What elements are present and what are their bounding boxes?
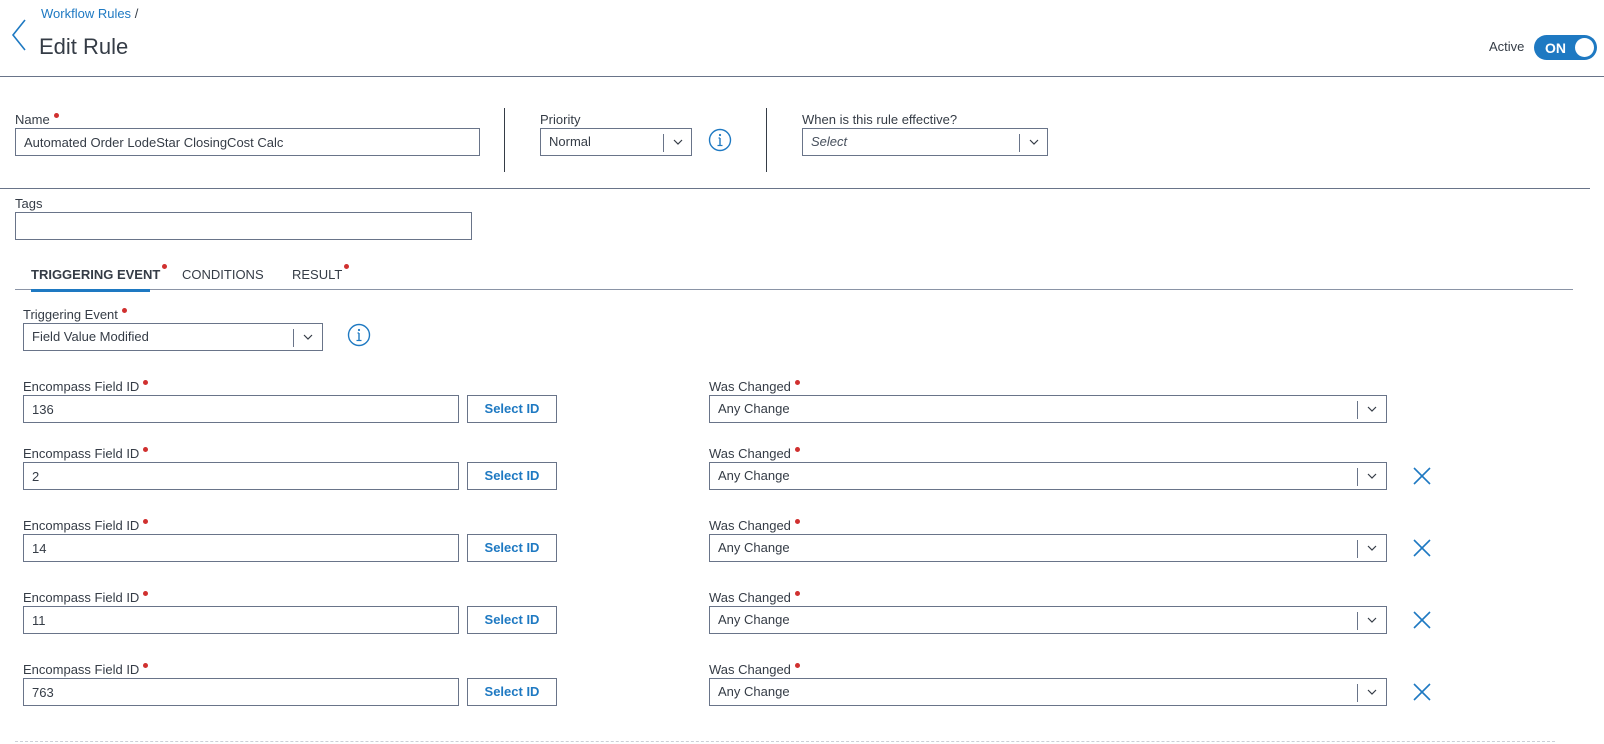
was-changed-label: Was Changed: [709, 662, 800, 677]
triggering-event-select[interactable]: Field Value Modified: [23, 323, 323, 351]
remove-row-close-icon[interactable]: [1412, 610, 1432, 630]
was-changed-label: Was Changed: [709, 446, 800, 461]
chevron-down-icon: [1367, 617, 1377, 623]
required-indicator: [794, 591, 800, 596]
breadcrumb: Workflow Rules /: [41, 6, 138, 21]
priority-info-icon[interactable]: [708, 128, 732, 152]
required-indicator: [794, 380, 800, 385]
toggle-knob: [1575, 38, 1594, 57]
priority-select[interactable]: Normal: [540, 128, 692, 156]
effective-label: When is this rule effective?: [802, 112, 958, 127]
was-changed-value: Any Change: [718, 468, 790, 483]
required-indicator: [143, 519, 149, 524]
select-separator: [1019, 134, 1020, 152]
was-changed-label: Was Changed: [709, 590, 800, 605]
page-title: Edit Rule: [39, 34, 129, 59]
select-id-button[interactable]: Select ID: [467, 395, 557, 423]
encompass-field-id-input[interactable]: 763: [23, 678, 459, 706]
chevron-down-icon: [1367, 406, 1377, 412]
encompass-field-id-input[interactable]: 136: [23, 395, 459, 423]
required-indicator: [794, 447, 800, 452]
encompass-field-id-label: Encompass Field ID: [23, 379, 149, 394]
was-changed-value: Any Change: [718, 401, 790, 416]
select-separator: [1357, 540, 1358, 558]
chevron-down-icon: [673, 139, 683, 145]
was-changed-select[interactable]: Any Change: [709, 462, 1387, 490]
required-indicator: [143, 591, 149, 596]
was-changed-select[interactable]: Any Change: [709, 606, 1387, 634]
was-changed-value: Any Change: [718, 540, 790, 555]
required-indicator: [162, 264, 168, 269]
triggering-event-label: Triggering Event: [23, 307, 127, 322]
tags-input[interactable]: [15, 212, 472, 240]
was-changed-label: Was Changed: [709, 518, 800, 533]
encompass-field-id-label: Encompass Field ID: [23, 662, 149, 677]
back-chevron-icon[interactable]: [11, 18, 27, 52]
name-label: Name: [15, 112, 59, 127]
required-indicator: [143, 380, 149, 385]
effective-select[interactable]: Select: [802, 128, 1048, 156]
active-label: Active: [1489, 39, 1525, 54]
required-indicator: [143, 663, 149, 668]
required-indicator: [794, 663, 800, 668]
priority-value: Normal: [549, 134, 591, 149]
chevron-down-icon: [1029, 139, 1039, 145]
section-divider-1: [504, 108, 505, 172]
breadcrumb-separator: /: [134, 6, 139, 21]
was-changed-select[interactable]: Any Change: [709, 678, 1387, 706]
tab-conditions[interactable]: CONDITIONS: [182, 267, 264, 282]
tab-triggering-event[interactable]: TRIGGERING EVENT: [31, 264, 168, 282]
was-changed-value: Any Change: [718, 684, 790, 699]
select-id-button[interactable]: Select ID: [467, 678, 557, 706]
section-divider-2: [766, 108, 767, 172]
was-changed-value: Any Change: [718, 612, 790, 627]
form-divider: [0, 188, 1590, 189]
header-divider: [0, 76, 1604, 77]
required-indicator: [53, 113, 59, 118]
remove-row-close-icon[interactable]: [1412, 682, 1432, 702]
active-tab-indicator: [31, 289, 150, 292]
required-indicator: [794, 519, 800, 524]
encompass-field-id-label: Encompass Field ID: [23, 518, 149, 533]
select-id-button[interactable]: Select ID: [467, 462, 557, 490]
remove-row-close-icon[interactable]: [1412, 466, 1432, 486]
required-indicator: [143, 447, 149, 452]
select-id-button[interactable]: Select ID: [467, 606, 557, 634]
select-separator: [1357, 612, 1358, 630]
breadcrumb-workflow-rules-link[interactable]: Workflow Rules: [41, 6, 131, 21]
select-separator: [1357, 401, 1358, 419]
toggle-state-label: ON: [1545, 40, 1566, 56]
triggering-event-value: Field Value Modified: [32, 329, 149, 344]
tags-label: Tags: [15, 196, 43, 211]
effective-placeholder: Select: [811, 134, 848, 149]
active-toggle[interactable]: ON: [1534, 35, 1597, 60]
select-separator: [1357, 468, 1358, 486]
triggering-event-info-icon[interactable]: [347, 323, 371, 347]
was-changed-select[interactable]: Any Change: [709, 395, 1387, 423]
name-input[interactable]: Automated Order LodeStar ClosingCost Cal…: [15, 128, 480, 156]
encompass-field-id-label: Encompass Field ID: [23, 446, 149, 461]
encompass-field-id-input[interactable]: 11: [23, 606, 459, 634]
bottom-dashed-divider: [15, 741, 1555, 742]
encompass-field-id-label: Encompass Field ID: [23, 590, 149, 605]
priority-label: Priority: [540, 112, 581, 127]
was-changed-label: Was Changed: [709, 379, 800, 394]
chevron-down-icon: [1367, 473, 1377, 479]
select-separator: [1357, 684, 1358, 702]
encompass-field-id-input[interactable]: 14: [23, 534, 459, 562]
tabs-divider: [15, 289, 1573, 290]
required-indicator: [121, 308, 127, 313]
required-indicator: [344, 264, 350, 269]
select-separator: [663, 134, 664, 152]
select-id-button[interactable]: Select ID: [467, 534, 557, 562]
was-changed-select[interactable]: Any Change: [709, 534, 1387, 562]
chevron-down-icon: [303, 334, 313, 340]
tab-result[interactable]: RESULT: [292, 264, 350, 282]
remove-row-close-icon[interactable]: [1412, 538, 1432, 558]
select-separator: [293, 329, 294, 347]
chevron-down-icon: [1367, 689, 1377, 695]
chevron-down-icon: [1367, 545, 1377, 551]
encompass-field-id-input[interactable]: 2: [23, 462, 459, 490]
